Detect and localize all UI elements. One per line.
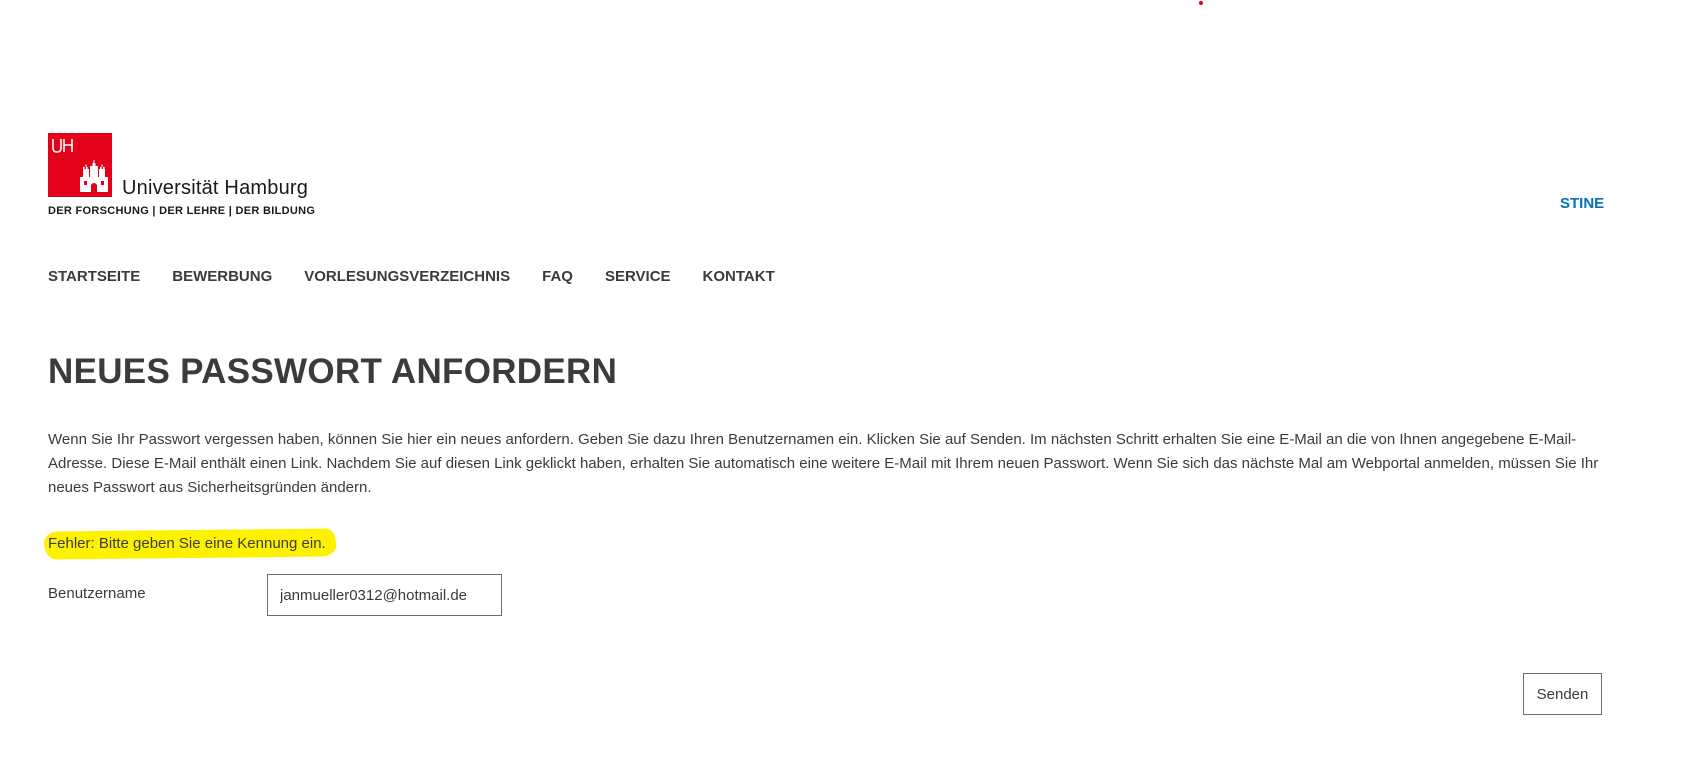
university-name: Universität Hamburg (122, 177, 309, 199)
university-tagline: DER FORSCHUNG | DER LEHRE | DER BILDUNG (48, 205, 316, 217)
nav-item-kontakt[interactable]: KONTAKT (703, 268, 775, 285)
main-navigation: STARTSEITE BEWERBUNG VORLESUNGSVERZEICHN… (48, 268, 775, 285)
red-dot-marker (1199, 1, 1203, 5)
page-title: NEUES PASSWORT ANFORDERN (48, 352, 618, 391)
uhh-logo-icon (48, 133, 112, 197)
stine-link[interactable]: STINE (1560, 195, 1604, 212)
nav-item-bewerbung[interactable]: BEWERBUNG (172, 268, 272, 285)
university-logo[interactable]: Universität Hamburg DER FORSCHUNG | DER … (48, 133, 318, 221)
username-input[interactable] (267, 574, 502, 616)
intro-text: Wenn Sie Ihr Passwort vergessen haben, k… (48, 431, 1599, 496)
nav-item-vorlesungsverzeichnis[interactable]: VORLESUNGSVERZEICHNIS (304, 268, 510, 285)
nav-item-startseite[interactable]: STARTSEITE (48, 268, 140, 285)
error-message: Fehler: Bitte geben Sie eine Kennung ein… (48, 535, 326, 552)
username-label: Benutzername (48, 585, 146, 602)
hamburg-castle-icon (52, 139, 108, 192)
page: Universität Hamburg DER FORSCHUNG | DER … (0, 0, 1696, 777)
send-button[interactable]: Senden (1523, 673, 1602, 715)
nav-item-service[interactable]: SERVICE (605, 268, 671, 285)
nav-item-faq[interactable]: FAQ (542, 268, 573, 285)
